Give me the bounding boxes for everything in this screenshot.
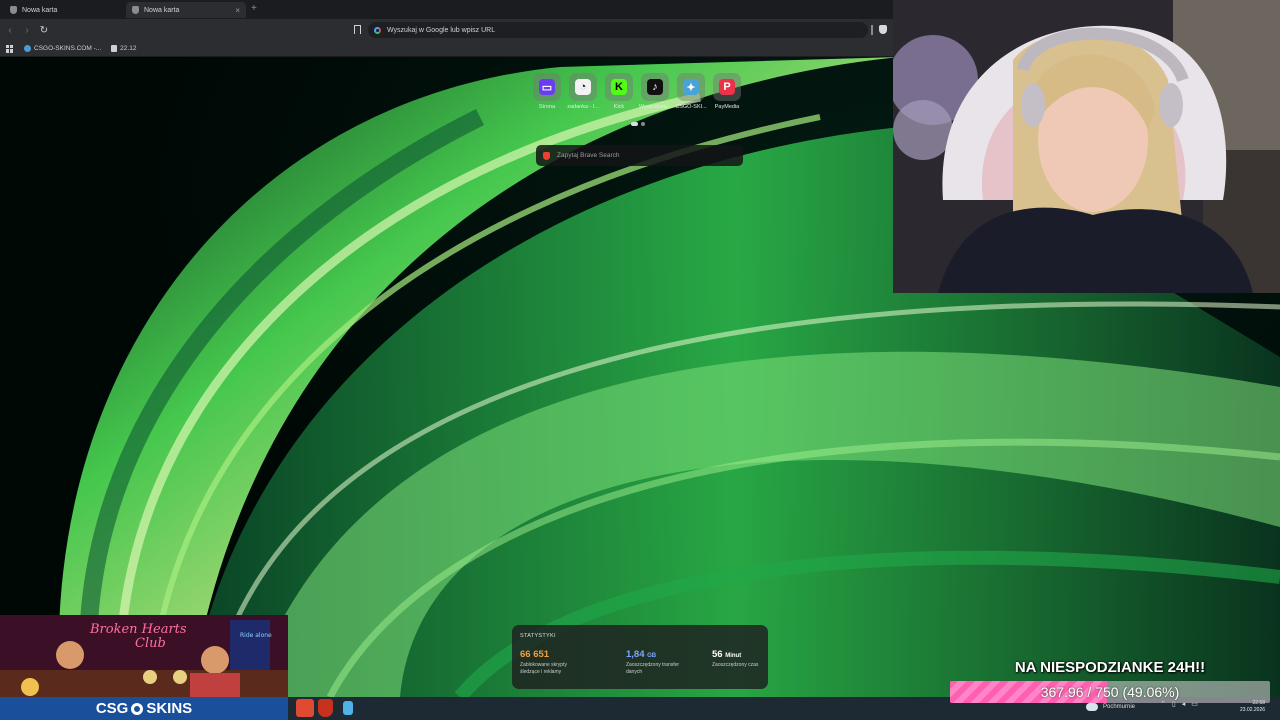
brave-lion-icon bbox=[543, 151, 550, 160]
window-icon: ▭ bbox=[539, 79, 555, 95]
weather-widget[interactable]: Pochmurnie bbox=[1086, 703, 1135, 711]
shortcut-strona[interactable]: ▭ Strona bbox=[533, 73, 561, 110]
stat-value: 1,84 bbox=[626, 649, 645, 660]
brave-app-icon[interactable] bbox=[318, 699, 333, 717]
stat-value: 66 651 bbox=[520, 649, 550, 660]
stat-unit: Minut bbox=[725, 653, 742, 659]
stat-bandwidth: 1,84 GB Zaoszczędzony transfer danych bbox=[626, 649, 688, 676]
banner-neon-text-1: Broken Hearts bbox=[89, 622, 187, 637]
brave-tab-icon bbox=[132, 6, 139, 14]
csgo-skins-logo[interactable]: CSG SKINS bbox=[0, 697, 288, 720]
shortcut-csgo-skins[interactable]: ✦ CSGO-SKI... bbox=[675, 73, 707, 110]
stat-description: Zaoszczędzony czas bbox=[712, 662, 759, 668]
file-icon bbox=[111, 45, 118, 52]
bookmark-label: 22.12 bbox=[120, 45, 137, 52]
logo-text-left: CSG bbox=[95, 700, 129, 717]
csgo-skins-icon: ✦ bbox=[683, 79, 699, 95]
shortcut-label: Kick bbox=[613, 104, 625, 110]
brave-shields-icon[interactable] bbox=[879, 25, 887, 34]
new-tab-button[interactable]: + bbox=[251, 3, 257, 14]
google-icon bbox=[374, 26, 381, 34]
address-bar[interactable]: Wyszukaj w Google lub wpisz URL bbox=[368, 22, 868, 38]
stat-description: Zablokowane skrypty śledzące i reklamy bbox=[520, 662, 567, 675]
shortcut-paymedia[interactable]: P PayMedia bbox=[713, 73, 741, 110]
webcam-feed bbox=[893, 0, 1280, 293]
pie-icon: ◔ bbox=[575, 79, 591, 95]
paymedia-icon: P bbox=[719, 79, 735, 95]
search-placeholder: Zapytaj Brave Search bbox=[557, 152, 620, 159]
shortcut-kick[interactable]: K Kick bbox=[605, 73, 633, 110]
tiktok-icon: ♪ bbox=[647, 79, 663, 95]
stat-trackers: 66 651 Zablokowane skrypty śledzące i re… bbox=[520, 649, 582, 676]
stat-description: Zaoszczędzony transfer danych bbox=[626, 662, 680, 675]
shortcut-label: CSGO-SKI... bbox=[675, 104, 707, 110]
tab-new-1[interactable]: Nowa karta bbox=[4, 2, 120, 18]
shortcut-label: Strona bbox=[538, 104, 556, 110]
bookmark-22-12[interactable]: 22.12 bbox=[111, 45, 136, 52]
cloud-icon bbox=[1086, 703, 1098, 711]
banner-neon-text-2: Club bbox=[135, 636, 166, 651]
forward-button[interactable]: › bbox=[20, 25, 34, 36]
notepad-app-icon[interactable] bbox=[343, 701, 353, 715]
bookmark-icon[interactable] bbox=[354, 25, 361, 34]
stat-unit: GB bbox=[647, 653, 657, 659]
shortcut-zadanka[interactable]: ◔ zadanka - l... bbox=[567, 73, 599, 110]
stats-title: STATYSTYKI bbox=[520, 633, 556, 639]
shortcut-tiktok[interactable]: ♪ Wyszukiwa... bbox=[639, 73, 671, 110]
brave-stats-widget: STATYSTYKI 66 651 Zablokowane skrypty śl… bbox=[512, 625, 768, 689]
globe-icon bbox=[24, 45, 31, 52]
tab-new-2[interactable]: Nowa karta × bbox=[126, 2, 246, 18]
weather-label: Pochmurnie bbox=[1103, 704, 1136, 710]
menu-icon[interactable] bbox=[871, 25, 873, 35]
banner-sign-text: Ride alone bbox=[240, 632, 272, 639]
shortcut-pager[interactable] bbox=[631, 122, 645, 126]
top-sites: ▭ Strona ◔ zadanka - l... K Kick ♪ Wyszu… bbox=[533, 73, 741, 110]
goal-progress-text: 367.96 / 750 (49.06%) bbox=[1040, 684, 1180, 700]
logo-text-right: SKINS bbox=[146, 700, 193, 717]
reload-button[interactable]: ↻ bbox=[37, 25, 51, 36]
brave-tab-icon bbox=[10, 6, 17, 14]
kick-icon: K bbox=[611, 79, 627, 95]
tab-strip: Nowa karta Nowa karta × + bbox=[0, 0, 893, 19]
goal-title: NA NIESPODZIANKE 24H!! bbox=[1014, 659, 1206, 676]
gear-icon bbox=[131, 702, 144, 715]
back-button[interactable]: ‹ bbox=[3, 25, 17, 36]
screen: { "browser": { "tabs": [ {"label": "Nowa… bbox=[0, 0, 1280, 720]
shortcut-label: PayMedia bbox=[714, 104, 740, 110]
bookmark-csgo-skins[interactable]: CSGO-SKINS.COM -... bbox=[24, 45, 101, 52]
bookmarks-bar: CSGO-SKINS.COM -... 22.12 bbox=[0, 41, 893, 57]
apps-grid-icon[interactable] bbox=[6, 44, 14, 53]
sponsor-banner: Broken Hearts Club Ride alone bbox=[0, 615, 288, 697]
stat-value: 56 bbox=[712, 649, 723, 660]
close-tab-icon[interactable]: × bbox=[235, 6, 240, 15]
banner-artwork: Broken Hearts Club Ride alone bbox=[0, 615, 288, 697]
goal-progress-bar: 367.96 / 750 (49.06%) bbox=[950, 681, 1270, 703]
shortcut-label: zadanka - l... bbox=[567, 104, 599, 110]
stat-time: 56 Minut Zaoszczędzony czas bbox=[712, 649, 774, 669]
shortcut-label: Wyszukiwa... bbox=[638, 104, 672, 110]
browser-toolbar: ‹ › ↻ Wyszukaj w Google lub wpisz URL bbox=[0, 19, 893, 41]
tab-label: Nowa karta bbox=[22, 6, 58, 14]
paint-app-icon[interactable] bbox=[296, 699, 314, 717]
webcam-image bbox=[893, 0, 1280, 293]
brave-search-box[interactable]: Zapytaj Brave Search bbox=[536, 145, 743, 166]
address-bar-placeholder: Wyszukaj w Google lub wpisz URL bbox=[387, 26, 496, 34]
bookmark-label: CSGO-SKINS.COM -... bbox=[34, 45, 102, 52]
clock-date: 23.02.2026 bbox=[1240, 707, 1266, 713]
tab-label: Nowa karta bbox=[144, 6, 180, 14]
